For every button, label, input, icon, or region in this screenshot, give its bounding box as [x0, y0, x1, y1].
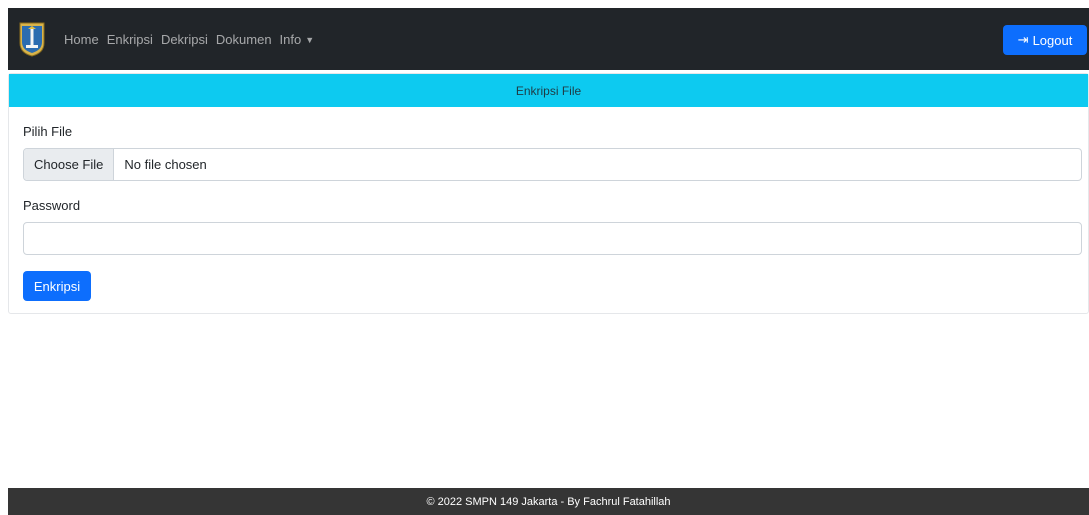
nav-link-home[interactable]: Home [64, 32, 99, 47]
footer-text: © 2022 SMPN 149 Jakarta - By Fachrul Fat… [426, 495, 671, 508]
logout-label: Logout [1032, 32, 1073, 48]
file-label: Pilih File [23, 124, 73, 139]
logout-icon: ⇥ [1017, 32, 1029, 47]
logout-button[interactable]: ⇥ Logout [1003, 25, 1087, 55]
nav-link-dokumen[interactable]: Dokumen [216, 32, 272, 47]
nav-dropdown-info-label: Info [279, 31, 302, 47]
encrypt-card: Enkripsi File Pilih File Choose File No … [8, 73, 1089, 314]
nav-link-enkripsi[interactable]: Enkripsi [107, 32, 153, 47]
nav-dropdown-info[interactable]: Info ▼ [280, 32, 315, 47]
caret-down-icon: ▼ [305, 35, 315, 46]
nav-links: Home Enkripsi Dekripsi Dokumen Info ▼ [64, 32, 322, 47]
card-body: Pilih File Choose File No file chosen Pa… [9, 124, 1088, 301]
card-header: Enkripsi File [9, 74, 1088, 107]
page-footer: © 2022 SMPN 149 Jakarta - By Fachrul Fat… [8, 488, 1089, 515]
file-input[interactable]: Choose File No file chosen [23, 148, 1082, 181]
choose-file-button[interactable]: Choose File [24, 149, 115, 180]
encrypt-button[interactable]: Enkripsi [23, 271, 91, 301]
password-label: Password [23, 198, 81, 213]
top-navbar: Home Enkripsi Dekripsi Dokumen Info ▼ ⇥ L… [8, 8, 1089, 70]
file-status: No file chosen [124, 157, 207, 172]
jakarta-emblem-icon[interactable] [18, 21, 46, 57]
password-input[interactable] [23, 222, 1082, 255]
nav-link-dekripsi[interactable]: Dekripsi [161, 32, 208, 47]
